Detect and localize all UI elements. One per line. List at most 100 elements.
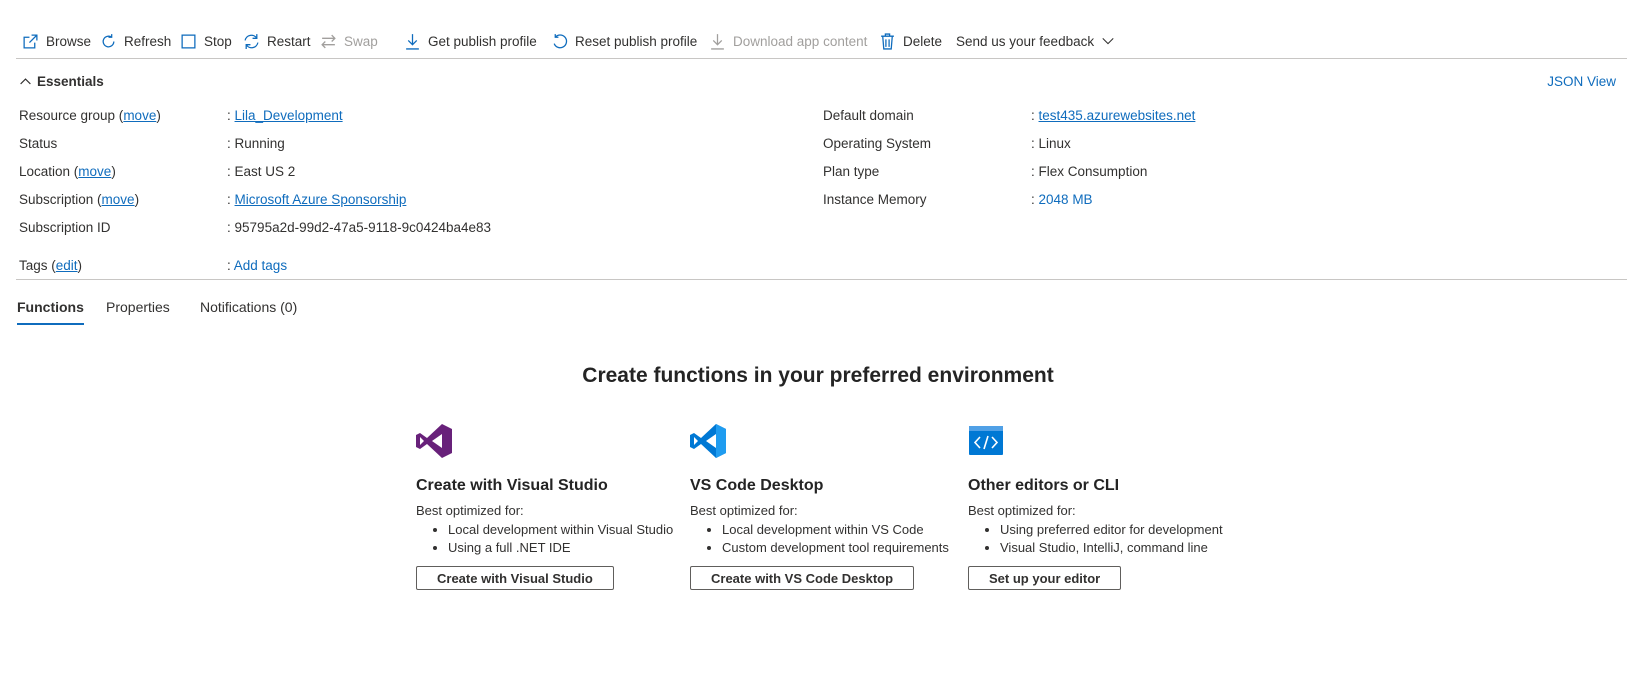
instance-memory-link[interactable]: 2048 MB xyxy=(1039,192,1093,207)
restart-button[interactable]: Restart xyxy=(243,30,311,52)
download-app-content-label: Download app content xyxy=(733,33,868,49)
reset-publish-profile-label: Reset publish profile xyxy=(575,33,698,49)
restart-label: Restart xyxy=(267,33,311,49)
refresh-icon xyxy=(102,33,115,47)
card-visual-studio: Create with Visual Studio Best optimized… xyxy=(416,423,673,590)
bullet-list: Using preferred editor for development V… xyxy=(968,521,1223,557)
colon: : xyxy=(227,220,231,235)
toolbar-divider xyxy=(16,58,1627,59)
undo-icon xyxy=(553,33,568,48)
browse-button[interactable]: Browse xyxy=(22,30,91,52)
os-value: Linux xyxy=(1038,136,1071,151)
plan-type-value-row: : Flex Consumption xyxy=(1031,162,1147,182)
instance-memory-label: Instance Memory xyxy=(823,192,927,207)
list-item: Visual Studio, IntelliJ, command line xyxy=(1000,539,1223,557)
tags-value-row: : Add tags xyxy=(227,256,287,276)
colon: : xyxy=(1031,164,1035,179)
refresh-label: Refresh xyxy=(124,33,172,49)
card-title: Other editors or CLI xyxy=(968,477,1120,494)
subscription-id-value-row: : 95795a2d-99d2-47a5-9118-9c0424ba4e83 xyxy=(227,218,491,238)
colon: : xyxy=(227,164,231,179)
tab-functions[interactable]: Functions xyxy=(17,299,84,325)
delete-button[interactable]: Delete xyxy=(879,30,942,52)
list-item: Local development within Visual Studio xyxy=(448,521,673,539)
get-publish-profile-label: Get publish profile xyxy=(428,33,537,49)
paren-close: ) xyxy=(134,192,140,207)
feedback-dropdown[interactable]: Send us your feedback xyxy=(956,30,1115,52)
resource-group-label-text: Resource group ( xyxy=(19,108,124,123)
add-tags-link[interactable]: Add tags xyxy=(234,258,287,273)
location-label: Location (move) xyxy=(19,162,116,182)
feedback-label: Send us your feedback xyxy=(956,33,1095,49)
command-bar: Browse Refresh Stop Restart Swap Get pub… xyxy=(0,0,1636,59)
stop-button[interactable]: Stop xyxy=(180,30,232,52)
card-title: VS Code Desktop xyxy=(690,477,824,494)
location-move-link[interactable]: move xyxy=(78,164,111,179)
os-label: Operating System xyxy=(823,136,932,151)
stop-label: Stop xyxy=(204,33,232,49)
swap-label: Swap xyxy=(344,33,378,49)
plan-type-value: Flex Consumption xyxy=(1038,164,1148,179)
colon: : xyxy=(227,108,231,123)
paren-close: ) xyxy=(77,258,83,273)
subscription-value-row: : Microsoft Azure Sponsorship xyxy=(227,190,406,210)
create-with-visual-studio-button[interactable]: Create with Visual Studio xyxy=(416,566,614,590)
tags-edit-link[interactable]: edit xyxy=(56,258,78,273)
list-item: Using a full .NET IDE xyxy=(448,539,673,557)
default-domain-label: Default domain xyxy=(823,108,914,123)
default-domain-value-row: : test435.azurewebsites.net xyxy=(1031,106,1195,126)
restart-icon xyxy=(244,33,259,49)
json-view-link[interactable]: JSON View xyxy=(1547,74,1616,89)
essentials-title: Essentials xyxy=(37,74,104,89)
colon: : xyxy=(1031,108,1035,123)
resource-group-value-row: : Lila_Development xyxy=(227,106,343,126)
refresh-button[interactable]: Refresh xyxy=(100,30,171,52)
location-value: East US 2 xyxy=(234,164,296,179)
card-title: Create with Visual Studio xyxy=(416,477,608,494)
location-label-text: Location ( xyxy=(19,164,79,179)
subscription-id-value: 95795a2d-99d2-47a5-9118-9c0424ba4e83 xyxy=(234,220,492,235)
subscription-move-link[interactable]: move xyxy=(102,192,135,207)
chevron-up-icon xyxy=(20,78,31,85)
status-value-row: : Running xyxy=(227,134,285,154)
best-optimized-label: Best optimized for: xyxy=(416,503,524,518)
chevron-down-icon xyxy=(1102,38,1114,45)
status-label: Status xyxy=(19,136,58,151)
download-icon xyxy=(406,33,419,50)
instance-memory-value-row: : 2048 MB xyxy=(1031,190,1093,210)
tab-notifications[interactable]: Notifications (0) xyxy=(200,299,297,323)
list-item: Custom development tool requirements xyxy=(722,539,949,557)
swap-button[interactable]: Swap xyxy=(320,30,378,52)
colon: : xyxy=(227,258,231,273)
reset-publish-profile-button[interactable]: Reset publish profile xyxy=(551,30,697,52)
tab-properties[interactable]: Properties xyxy=(106,299,170,323)
download-app-content-button[interactable]: Download app content xyxy=(709,30,867,52)
swap-icon xyxy=(321,34,336,48)
status-value: Running xyxy=(234,136,285,151)
plan-type-label: Plan type xyxy=(823,164,880,179)
card-vs-code: VS Code Desktop Best optimized for: Loca… xyxy=(690,423,949,590)
delete-label: Delete xyxy=(903,33,943,49)
default-domain-link[interactable]: test435.azurewebsites.net xyxy=(1039,108,1196,123)
code-editor-icon xyxy=(969,426,1003,455)
colon: : xyxy=(227,136,231,151)
get-publish-profile-button[interactable]: Get publish profile xyxy=(404,30,537,52)
resource-group-move-link[interactable]: move xyxy=(123,108,156,123)
resource-group-link[interactable]: Lila_Development xyxy=(235,108,343,123)
resource-group-label: Resource group (move) xyxy=(19,106,161,126)
subscription-label: Subscription (move) xyxy=(19,190,139,210)
subscription-link[interactable]: Microsoft Azure Sponsorship xyxy=(235,192,407,207)
tags-label-text: Tags ( xyxy=(19,258,56,273)
create-with-vs-code-button[interactable]: Create with VS Code Desktop xyxy=(690,566,915,590)
essentials-toggle[interactable]: Essentials xyxy=(19,74,104,89)
list-item: Using preferred editor for development xyxy=(1000,521,1223,539)
set-up-editor-button[interactable]: Set up your editor xyxy=(968,566,1122,590)
vs-code-icon xyxy=(690,424,726,458)
external-link-icon xyxy=(23,33,38,49)
download-icon xyxy=(711,33,724,50)
colon: : xyxy=(1031,192,1035,207)
list-item: Local development within VS Code xyxy=(722,521,949,539)
visual-studio-icon xyxy=(416,424,452,458)
essentials-divider xyxy=(16,279,1627,280)
tags-label: Tags (edit) xyxy=(19,256,82,276)
